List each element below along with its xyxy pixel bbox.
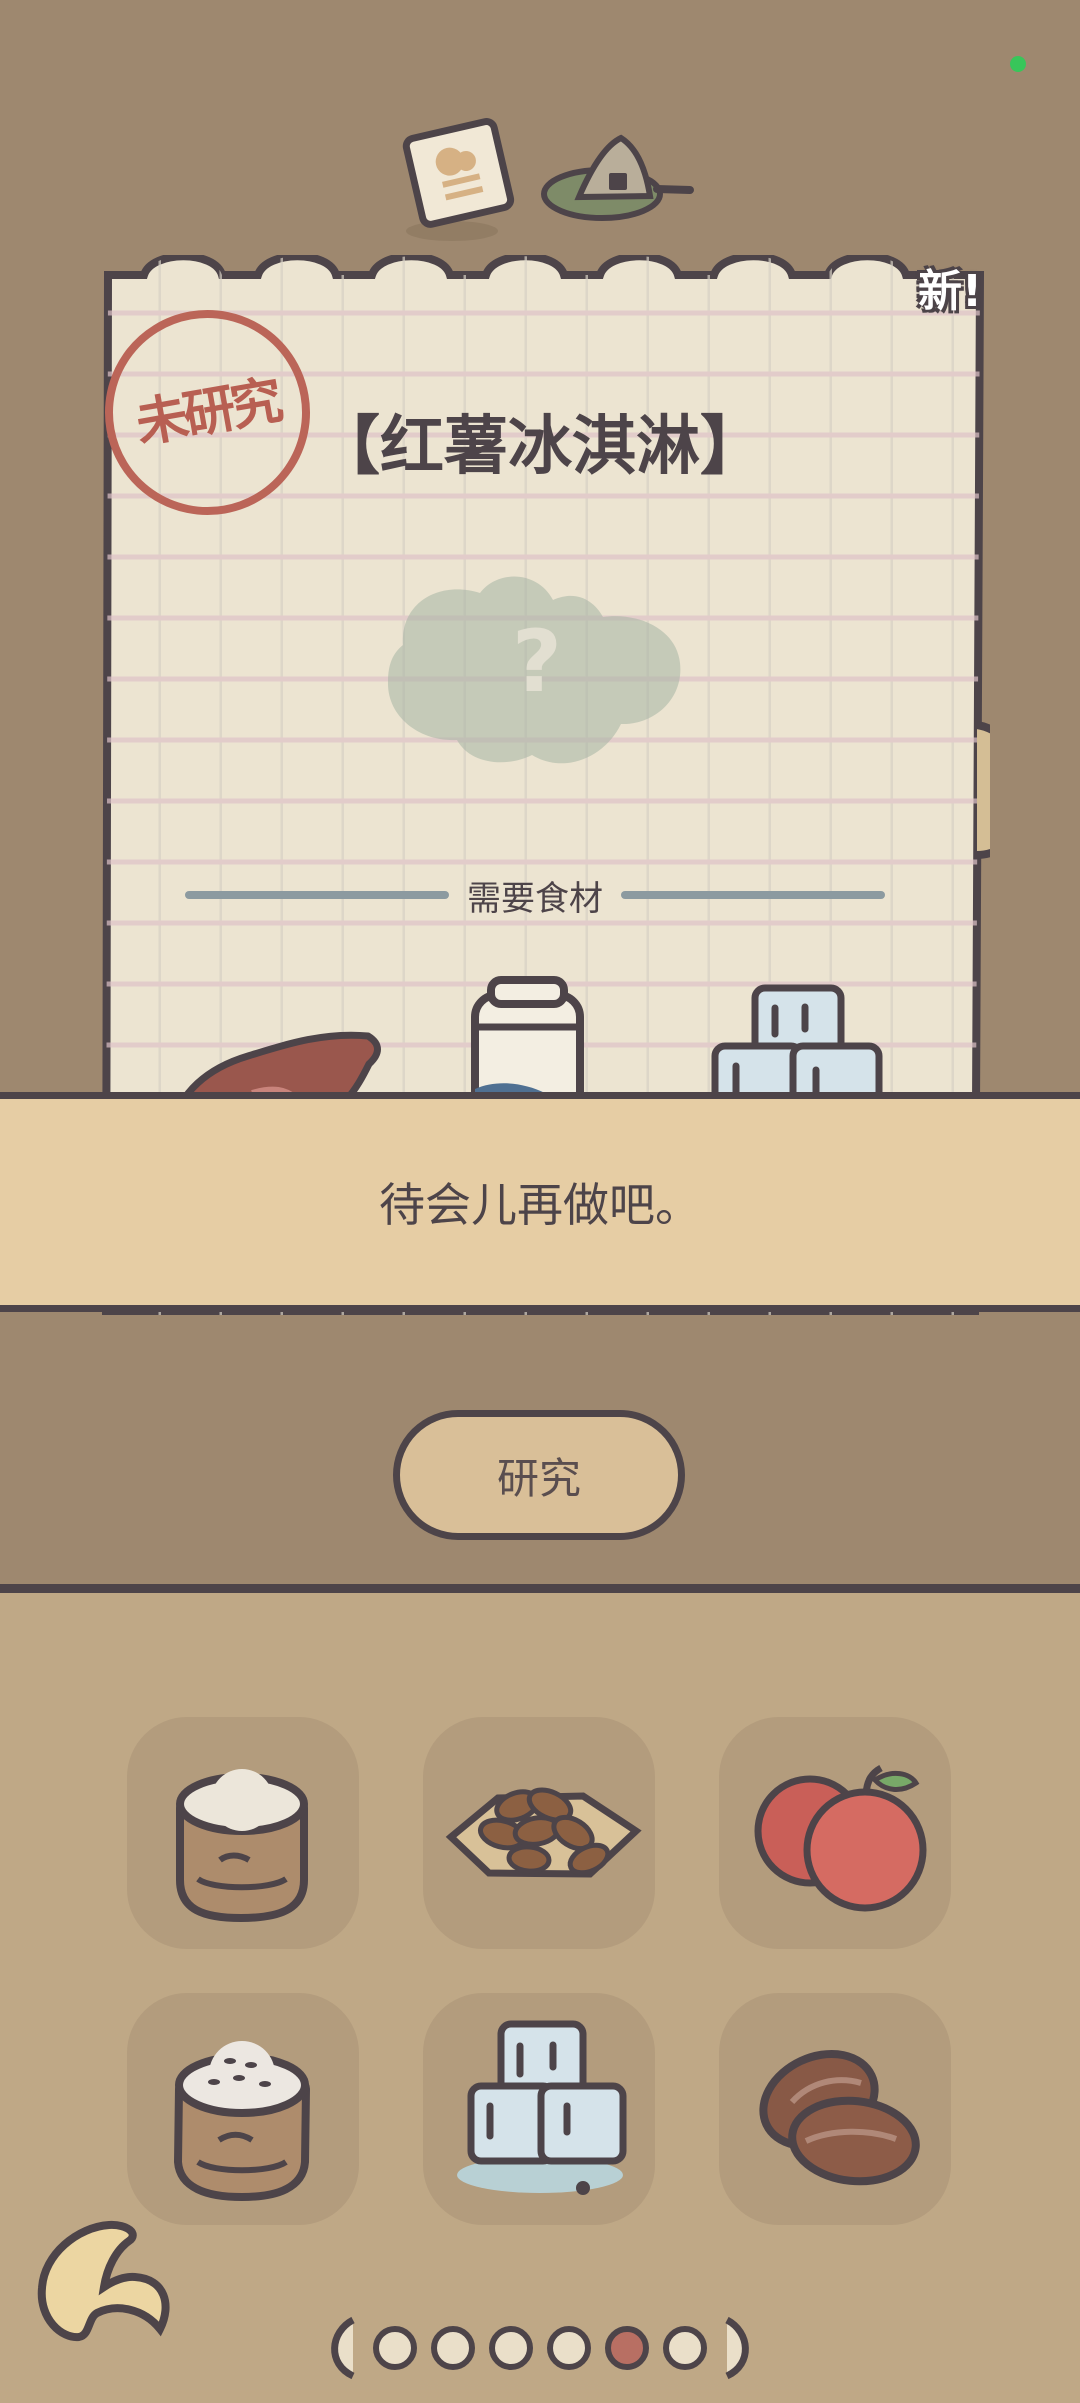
page-dot-1[interactable] [373, 2325, 417, 2370]
page-indicator [315, 2310, 765, 2385]
svg-text:?: ? [512, 612, 562, 712]
rice-sack-icon [173, 2041, 311, 2202]
ingredients-label: 需要食材 [467, 878, 603, 919]
almonds-icon [445, 1787, 642, 1878]
recipe-title: 【红薯冰淇淋】 [316, 410, 764, 484]
page-dot-3[interactable] [489, 2325, 533, 2370]
page-dot-6[interactable] [663, 2325, 707, 2370]
dialogue-bar: 待会儿再做吧。 [0, 1092, 1080, 1312]
inventory-slot-ice[interactable] [423, 1993, 655, 2225]
page-dot-5-active[interactable] [605, 2325, 649, 2370]
page-dot-4[interactable] [547, 2325, 591, 2370]
inventory-slot-walnuts[interactable] [719, 1993, 951, 2225]
inventory-slot-apples[interactable] [719, 1717, 951, 1949]
back-button[interactable] [35, 2215, 185, 2350]
question-mark-icon: ? [387, 576, 681, 764]
walnuts-icon [759, 2049, 920, 2186]
rice-ball-icon[interactable] [540, 130, 700, 240]
next-page-arrow[interactable] [721, 2314, 757, 2382]
previous-page-arrow[interactable] [323, 2314, 359, 2382]
new-badge: 新! [918, 266, 983, 317]
ingredients-header: 需要食材 [185, 870, 885, 920]
inventory-slot-rice[interactable] [127, 1993, 359, 2225]
status-indicator [1010, 56, 1026, 72]
flour-bag-icon [176, 1769, 308, 1923]
inventory-slot-flour[interactable] [127, 1717, 359, 1949]
ice-cubes-icon [457, 2020, 627, 2195]
divider-line-left [185, 891, 449, 899]
page-dot-2[interactable] [431, 2325, 475, 2370]
apples-icon [754, 1764, 927, 1912]
section-divider [0, 1584, 1080, 1593]
inventory-slot-almonds[interactable] [423, 1717, 655, 1949]
recipe-card-icon[interactable] [390, 115, 530, 245]
research-button[interactable]: 研究 [393, 1410, 685, 1540]
divider-line-right [621, 891, 885, 899]
